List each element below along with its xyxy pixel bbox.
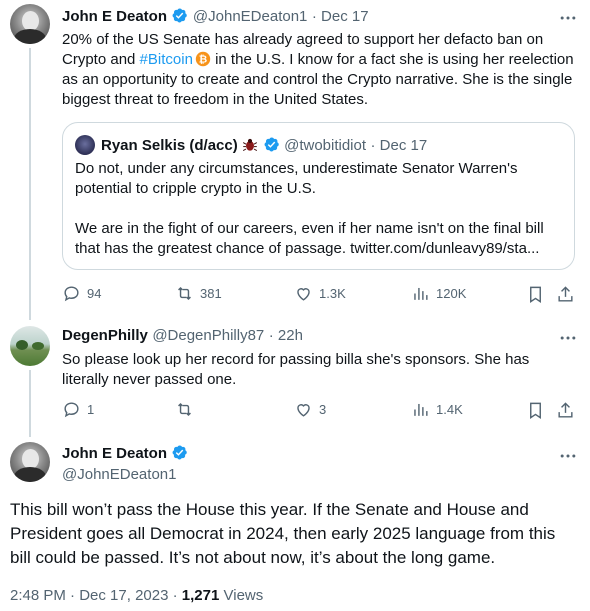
reply-count: 94	[87, 286, 102, 301]
handle[interactable]: @JohnEDeaton1	[62, 466, 188, 483]
thread-connector	[29, 48, 31, 320]
retweet-button[interactable]: 381	[175, 284, 222, 303]
tweet-meta: 2:48 PM · Dec 17, 2023 · 1,271 Views	[10, 587, 264, 604]
tweet-time[interactable]: 2:48 PM	[10, 587, 66, 604]
tweet-header: DegenPhilly @DegenPhilly87 · 22h	[62, 327, 303, 344]
heart-icon	[297, 288, 310, 301]
timestamp[interactable]: 22h	[278, 327, 303, 344]
tweet-text: 20% of the US Senate has already agreed …	[62, 31, 574, 108]
views-total: 1,271	[181, 587, 220, 604]
thread-connector	[29, 370, 31, 437]
views-count: 120K	[436, 286, 467, 301]
reply-icon	[64, 286, 79, 302]
views-label: Views	[223, 587, 264, 604]
quoted-text-1: Do not, under any circumstances, underes…	[75, 160, 518, 197]
quoted-avatar	[75, 135, 95, 155]
tweet-header: John E Deaton @JohnEDeaton1 · Dec 17	[62, 8, 369, 25]
reply-button[interactable]: 1	[62, 400, 94, 419]
share-icon[interactable]	[556, 285, 575, 304]
display-name[interactable]: John E Deaton	[62, 8, 167, 25]
svg-text:₿: ₿	[199, 54, 207, 66]
handle[interactable]: @JohnEDeaton1	[193, 8, 307, 25]
like-count: 1.3K	[319, 286, 346, 301]
quoted-handle: @twobitidiot	[284, 137, 367, 154]
verified-badge-icon	[173, 445, 188, 460]
views-count: 1.4K	[436, 402, 463, 417]
display-name[interactable]: John E Deaton	[62, 445, 167, 462]
bitcoin-icon: ₿	[195, 51, 211, 67]
tweet-date[interactable]: Dec 17, 2023	[79, 587, 168, 604]
quoted-tweet[interactable]: Ryan Selkis (d/acc) @twobitidiot · Dec 1…	[62, 122, 575, 270]
avatar[interactable]	[10, 4, 50, 44]
like-count: 3	[319, 402, 327, 417]
quoted-text-2: We are in the fight of our careers, even…	[75, 220, 544, 257]
views-chart-icon	[414, 287, 428, 300]
reply-button[interactable]: 94	[62, 284, 101, 303]
quoted-header: Ryan Selkis (d/acc) @twobitidiot · Dec 1…	[101, 137, 428, 154]
more-dots-icon[interactable]	[558, 8, 578, 28]
views-button[interactable]: 120K	[411, 284, 466, 303]
bug-emoji-icon	[243, 138, 258, 152]
timestamp[interactable]: Dec 17	[321, 8, 369, 25]
quoted-timestamp: Dec 17	[379, 137, 428, 154]
avatar[interactable]	[10, 442, 50, 482]
hashtag-link[interactable]: #Bitcoin	[140, 51, 193, 68]
share-icon[interactable]	[556, 401, 575, 420]
heart-icon	[297, 404, 310, 417]
more-dots-icon[interactable]	[558, 446, 578, 466]
reply-icon	[64, 402, 79, 418]
tweet-text: This bill won’t pass the House this year…	[10, 500, 556, 567]
retweet-icon	[178, 402, 191, 417]
tweet-header: John E Deaton @JohnEDeaton1	[62, 444, 188, 483]
tweet-text: So please look up her record for passing…	[62, 351, 530, 388]
bookmark-icon[interactable]	[526, 401, 545, 420]
like-button[interactable]: 1.3K	[294, 284, 346, 303]
bookmark-icon[interactable]	[526, 285, 545, 304]
retweet-icon	[178, 286, 191, 301]
display-name[interactable]: DegenPhilly	[62, 327, 148, 344]
verified-badge-icon	[264, 137, 279, 152]
handle[interactable]: @DegenPhilly87	[152, 327, 264, 344]
views-chart-icon	[414, 403, 428, 416]
reply-count: 1	[87, 402, 95, 417]
more-dots-icon[interactable]	[558, 328, 578, 348]
retweet-button[interactable]	[175, 400, 200, 419]
quoted-display-name: Ryan Selkis (d/acc)	[101, 137, 238, 154]
retweet-count: 381	[200, 286, 222, 301]
verified-badge-icon	[173, 8, 188, 23]
avatar[interactable]	[10, 326, 50, 366]
like-button[interactable]: 3	[294, 400, 326, 419]
views-button[interactable]: 1.4K	[411, 400, 463, 419]
